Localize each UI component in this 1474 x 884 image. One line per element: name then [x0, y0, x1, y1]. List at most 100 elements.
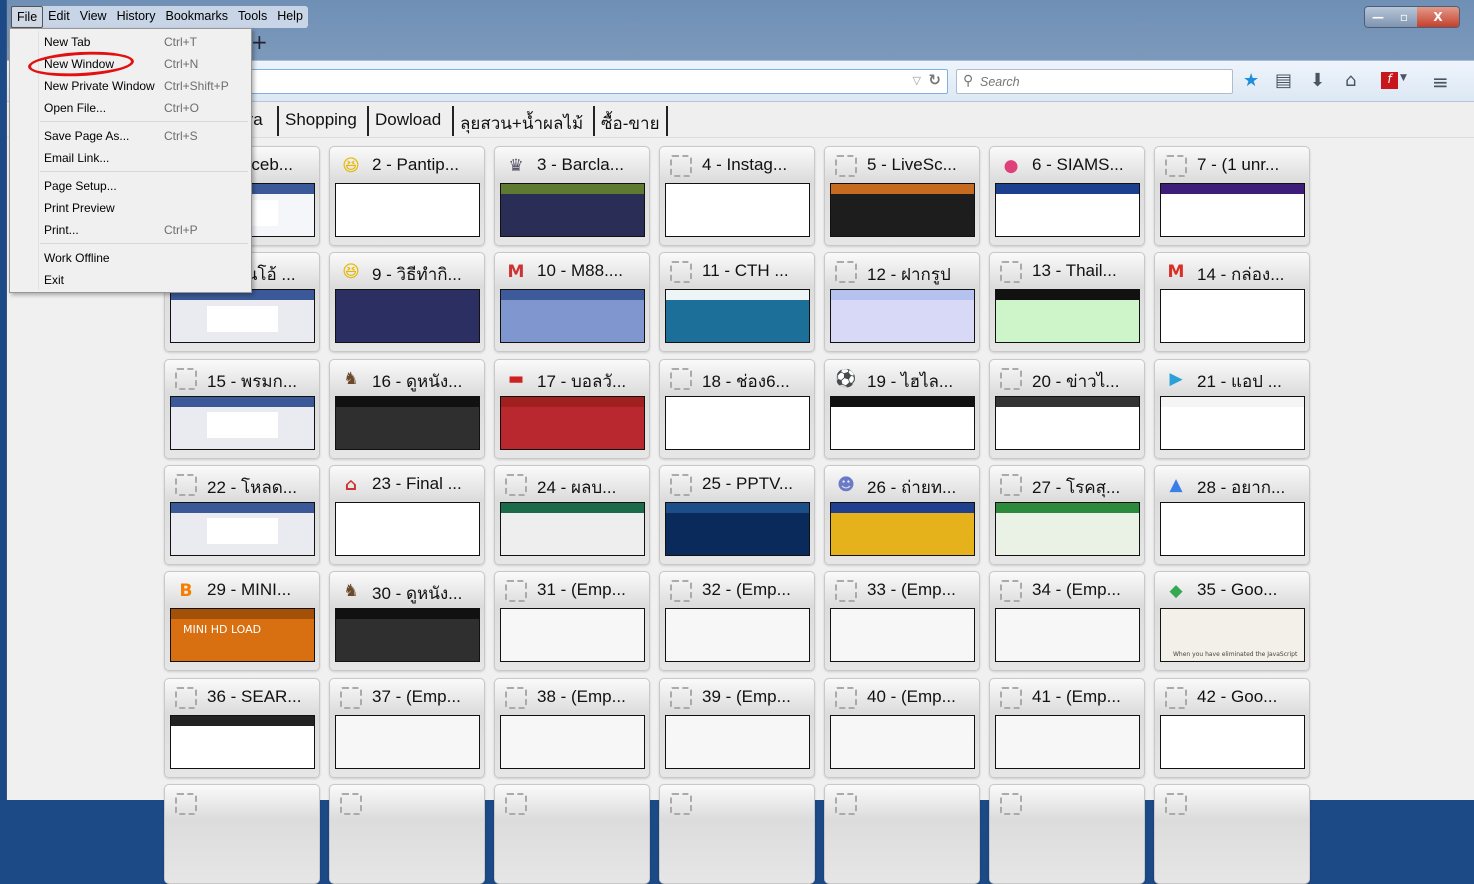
menu-item-print-preview[interactable]: Print Preview	[44, 198, 249, 218]
tile-30[interactable]: ♞ 30 - ดูหนัง...	[329, 571, 485, 672]
tile-39[interactable]: 39 - (Emp...	[659, 677, 815, 778]
tile-14[interactable]: M 14 - กล่อง...	[1154, 252, 1310, 353]
downloads-icon[interactable]: ⬇	[1310, 70, 1325, 91]
menu-item-page-setup[interactable]: Page Setup...	[44, 176, 249, 196]
menu-item-email-link[interactable]: Email Link...	[44, 148, 249, 168]
tile-thumbnail[interactable]	[665, 714, 810, 769]
bookmark-fruit-juice[interactable]: ลุยสวน+น้ำผลไม้	[452, 106, 589, 136]
menu-item-exit[interactable]: Exit	[44, 270, 249, 290]
tile-thumbnail[interactable]	[335, 183, 480, 237]
tile-thumbnail[interactable]	[335, 714, 480, 769]
tile-thumbnail[interactable]	[995, 714, 1140, 769]
url-bar[interactable]: ▽ ↻	[247, 69, 948, 94]
tile-partial[interactable]	[1154, 783, 1310, 884]
tile-thumbnail[interactable]	[500, 501, 645, 556]
close-button[interactable]: X	[1417, 7, 1459, 27]
menu-item-print[interactable]: Print... Ctrl+P	[44, 220, 249, 240]
tile-partial[interactable]	[494, 783, 650, 884]
tile-partial[interactable]	[164, 783, 320, 884]
tile-13[interactable]: 13 - Thail...	[989, 252, 1145, 353]
tile-thumbnail[interactable]	[335, 608, 480, 663]
new-tab-button[interactable]: +	[251, 30, 268, 54]
tile-thumbnail[interactable]	[1160, 501, 1305, 556]
tile-thumbnail[interactable]	[500, 395, 645, 450]
hamburger-menu-icon[interactable]: ≡	[1432, 70, 1449, 94]
tile-thumbnail[interactable]	[335, 289, 480, 344]
menu-file[interactable]: File	[11, 6, 44, 28]
tile-9[interactable]: 😆 9 - วิธีทำกิ...	[329, 252, 485, 353]
tile-thumbnail[interactable]	[500, 714, 645, 769]
flash-icon[interactable]: f	[1381, 72, 1398, 89]
tile-20[interactable]: 20 - ข่าวไ...	[989, 358, 1145, 459]
bookmark-dowload[interactable]: Dowload	[367, 106, 447, 136]
tile-33[interactable]: 33 - (Emp...	[824, 571, 980, 672]
tile-thumbnail[interactable]	[665, 501, 810, 556]
tile-thumbnail[interactable]	[995, 608, 1140, 663]
tile-thumbnail[interactable]	[1160, 289, 1305, 344]
tile-15[interactable]: 15 - พรมก...	[164, 358, 320, 459]
bookmark-shopping[interactable]: Shopping	[277, 106, 363, 136]
menu-tools[interactable]: Tools	[233, 6, 272, 28]
tile-27[interactable]: 27 - โรคสุ...	[989, 464, 1145, 565]
tile-28[interactable]: ▲ 28 - อยาก...	[1154, 464, 1310, 565]
tile-partial[interactable]	[659, 783, 815, 884]
tile-24[interactable]: 24 - ผลบ...	[494, 464, 650, 565]
tile-35[interactable]: ◆ 35 - Goo... When you have eliminated the…	[1154, 571, 1310, 672]
menu-item-new-tab[interactable]: New Tab Ctrl+T	[44, 32, 249, 52]
tile-38[interactable]: 38 - (Emp...	[494, 677, 650, 778]
tile-thumbnail[interactable]	[170, 501, 315, 556]
tile-thumbnail[interactable]	[665, 608, 810, 663]
tile-6[interactable]: ● 6 - SIAMS...	[989, 146, 1145, 246]
tile-thumbnail[interactable]	[995, 289, 1140, 344]
menu-item-work-offline[interactable]: Work Offline	[44, 248, 249, 268]
tile-thumbnail[interactable]	[830, 183, 975, 237]
tile-17[interactable]: ▬ 17 - บอลวั...	[494, 358, 650, 459]
menu-help[interactable]: Help	[272, 6, 308, 28]
tile-thumbnail[interactable]	[830, 714, 975, 769]
tile-3[interactable]: ♛ 3 - Barcla...	[494, 146, 650, 246]
tile-7[interactable]: 7 - (1 unr...	[1154, 146, 1310, 246]
reading-list-icon[interactable]: ▤	[1275, 70, 1292, 91]
tile-thumbnail[interactable]	[995, 501, 1140, 556]
tile-26[interactable]: ☻ 26 - ถ่ายท...	[824, 464, 980, 565]
tile-42[interactable]: 42 - Goo...	[1154, 677, 1310, 778]
tile-thumbnail[interactable]	[500, 289, 645, 344]
tile-23[interactable]: ⌂ 23 - Final ...	[329, 464, 485, 565]
menu-item-open-file[interactable]: Open File... Ctrl+O	[44, 98, 249, 118]
menu-bookmarks[interactable]: Bookmarks	[160, 6, 233, 28]
tile-partial[interactable]	[329, 783, 485, 884]
tile-thumbnail[interactable]	[1160, 395, 1305, 450]
menu-item-new-private-window[interactable]: New Private Window Ctrl+Shift+P	[44, 76, 249, 96]
tile-25[interactable]: 25 - PPTV...	[659, 464, 815, 565]
tile-thumbnail[interactable]	[1160, 183, 1305, 237]
tile-thumbnail[interactable]	[830, 501, 975, 556]
menu-edit[interactable]: Edit	[43, 6, 75, 28]
menu-history[interactable]: History	[112, 6, 161, 28]
tile-18[interactable]: 18 - ช่อง6...	[659, 358, 815, 459]
tile-thumbnail[interactable]: When you have eliminated the JavaScript	[1160, 608, 1305, 663]
search-input[interactable]: ⚲ Search	[956, 69, 1233, 94]
tile-5[interactable]: 5 - LiveSc...	[824, 146, 980, 246]
tile-22[interactable]: 22 - โหลด...	[164, 464, 320, 565]
tile-thumbnail[interactable]: MINI HD LOAD	[170, 608, 315, 663]
url-dropdown-icon[interactable]: ▽	[913, 74, 921, 87]
home-icon[interactable]: ⌂	[1345, 70, 1356, 91]
tile-11[interactable]: 11 - CTH ...	[659, 252, 815, 353]
tile-36[interactable]: 36 - SEAR...	[164, 677, 320, 778]
tile-thumbnail[interactable]	[830, 289, 975, 344]
tile-2[interactable]: 😆 2 - Pantip...	[329, 146, 485, 246]
tile-thumbnail[interactable]	[500, 183, 645, 237]
tile-32[interactable]: 32 - (Emp...	[659, 571, 815, 672]
tile-thumbnail[interactable]	[335, 501, 480, 556]
tile-thumbnail[interactable]	[170, 395, 315, 450]
tile-41[interactable]: 41 - (Emp...	[989, 677, 1145, 778]
tile-thumbnail[interactable]	[665, 395, 810, 450]
tile-thumbnail[interactable]	[1160, 714, 1305, 769]
tile-thumbnail[interactable]	[170, 714, 315, 769]
tile-21[interactable]: ▶ 21 - แอป ...	[1154, 358, 1310, 459]
tile-10[interactable]: M 10 - M88....	[494, 252, 650, 353]
chevron-down-icon[interactable]: ▼	[1400, 73, 1407, 83]
menu-item-new-window[interactable]: New Window Ctrl+N	[44, 54, 249, 74]
reload-icon[interactable]: ↻	[928, 71, 941, 89]
tile-31[interactable]: 31 - (Emp...	[494, 571, 650, 672]
